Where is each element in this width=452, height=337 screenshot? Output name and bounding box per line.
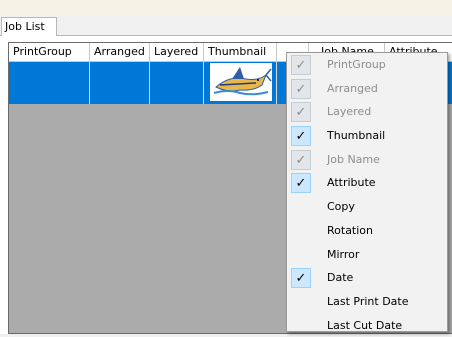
menu-item-label: Date bbox=[327, 271, 354, 285]
menu-item-label: Attribute bbox=[327, 176, 376, 190]
checkmark-icon: ✓ bbox=[291, 102, 311, 123]
checkmark-icon: ✓ bbox=[291, 55, 311, 75]
tab-job-list[interactable]: Job List bbox=[1, 17, 57, 36]
menu-item-last-cut-date[interactable]: Last Cut Date bbox=[287, 314, 447, 337]
cell-layered[interactable] bbox=[150, 62, 204, 104]
column-header-printgroup[interactable]: PrintGroup bbox=[9, 43, 90, 62]
menu-item-label: Last Print Date bbox=[327, 294, 409, 308]
cell-arranged[interactable] bbox=[90, 62, 150, 104]
menu-item-date[interactable]: ✓ Date bbox=[287, 266, 447, 290]
checkmark-icon: ✓ bbox=[291, 78, 311, 99]
menu-item-copy[interactable]: Copy bbox=[287, 195, 447, 219]
menu-item-label: Job Name bbox=[327, 152, 380, 166]
menu-item-label: Last Cut Date bbox=[327, 318, 403, 332]
cell-printgroup[interactable] bbox=[9, 62, 90, 104]
menu-item-rotation[interactable]: Rotation bbox=[287, 219, 447, 243]
checkmark-icon: ✓ bbox=[291, 149, 311, 170]
swordfish-thumbnail-icon bbox=[209, 62, 273, 102]
menu-item-mirror[interactable]: Mirror bbox=[287, 243, 447, 267]
menu-item-label: Layered bbox=[327, 105, 372, 119]
column-header-thumbnail[interactable]: Thumbnail bbox=[204, 43, 277, 62]
column-visibility-context-menu[interactable]: ✓ PrintGroup ✓ Arranged ✓ Layered ✓ Thum… bbox=[286, 52, 448, 332]
menu-item-label: Rotation bbox=[327, 223, 374, 237]
menu-item-label: Thumbnail bbox=[327, 129, 386, 143]
checkmark-icon: ✓ bbox=[291, 268, 311, 289]
menu-item-arranged[interactable]: ✓ Arranged bbox=[287, 77, 447, 101]
menu-item-label: Arranged bbox=[327, 81, 378, 95]
menu-item-thumbnail[interactable]: ✓ Thumbnail bbox=[287, 124, 447, 148]
menu-item-label: PrintGroup bbox=[327, 58, 386, 71]
menu-item-label: Copy bbox=[327, 200, 355, 214]
checkmark-icon: ✓ bbox=[291, 173, 311, 194]
checkmark-icon: ✓ bbox=[291, 126, 311, 147]
menu-item-job-name[interactable]: ✓ Job Name bbox=[287, 148, 447, 172]
menu-item-label: Mirror bbox=[327, 247, 360, 261]
column-header-arranged[interactable]: Arranged bbox=[90, 43, 150, 62]
menu-item-printgroup[interactable]: ✓ PrintGroup bbox=[287, 53, 447, 77]
menu-item-attribute[interactable]: ✓ Attribute bbox=[287, 171, 447, 195]
column-header-layered[interactable]: Layered bbox=[150, 43, 204, 62]
title-strip bbox=[0, 0, 452, 16]
menu-item-last-print-date[interactable]: Last Print Date bbox=[287, 290, 447, 314]
menu-item-layered[interactable]: ✓ Layered bbox=[287, 100, 447, 124]
